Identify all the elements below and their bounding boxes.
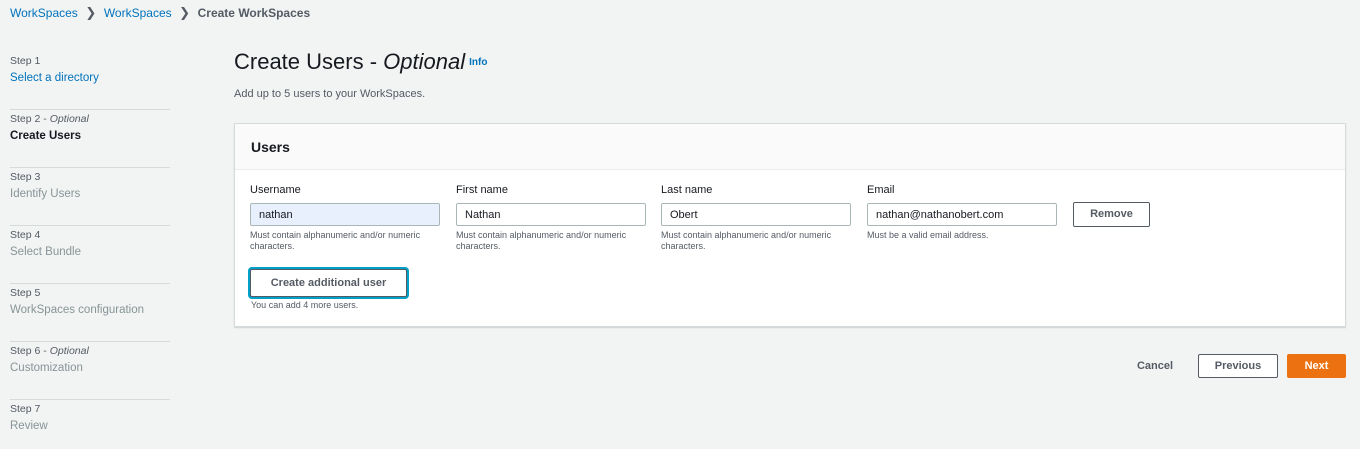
step-7: Step 7 Review bbox=[10, 400, 170, 449]
step-optional-label: Optional bbox=[49, 113, 89, 125]
chevron-right-icon: ❯ bbox=[85, 5, 97, 20]
add-users-hint: You can add 4 more users. bbox=[251, 300, 359, 310]
step-4: Step 4 Select Bundle bbox=[10, 226, 170, 284]
breadcrumb-workspaces-link-2[interactable]: WorkSpaces bbox=[104, 6, 172, 20]
email-label: Email bbox=[867, 184, 895, 196]
step-2: Step 2 - Optional Create Users bbox=[10, 110, 170, 168]
email-hint: Must be a valid email address. bbox=[867, 230, 989, 240]
last-name-label: Last name bbox=[661, 184, 713, 196]
page-title-optional: Optional bbox=[383, 49, 466, 74]
username-label: Username bbox=[250, 184, 301, 196]
step-number: Step 3 bbox=[10, 171, 41, 183]
email-field-group: Email Must be a valid email address. bbox=[867, 184, 1057, 241]
wizard-steps-nav: Step 1 Select a directory Step 2 - Optio… bbox=[10, 52, 170, 449]
step-optional-label: Optional bbox=[49, 345, 89, 357]
page-description: Add up to 5 users to your WorkSpaces. bbox=[234, 88, 426, 100]
step-number: Step 6 - Optional bbox=[10, 344, 170, 358]
step-title-workspaces-configuration: WorkSpaces configuration bbox=[10, 304, 145, 316]
first-name-label: First name bbox=[456, 184, 508, 196]
page-title: Create Users - Optional Info bbox=[234, 48, 487, 77]
breadcrumb-current: Create WorkSpaces bbox=[197, 6, 311, 20]
remove-user-button[interactable]: Remove bbox=[1073, 202, 1150, 227]
create-additional-user-button[interactable]: Create additional user bbox=[250, 269, 407, 297]
username-hint: Must contain alphanumeric and/or numeric… bbox=[250, 230, 421, 251]
chevron-right-icon: ❯ bbox=[179, 5, 191, 20]
first-name-input[interactable] bbox=[456, 203, 646, 226]
breadcrumb-workspaces-link[interactable]: WorkSpaces bbox=[10, 6, 78, 20]
step-1: Step 1 Select a directory bbox=[10, 52, 170, 110]
step-title-review: Review bbox=[10, 420, 48, 432]
step-link-select-directory[interactable]: Select a directory bbox=[10, 69, 170, 87]
step-number-text: Step 6 - bbox=[10, 345, 50, 357]
step-number: Step 1 bbox=[10, 55, 41, 67]
create-workspaces-page: WorkSpaces ❯ WorkSpaces ❯ Create WorkSpa… bbox=[0, 0, 1360, 449]
last-name-field-group: Last name Must contain alphanumeric and/… bbox=[661, 184, 851, 252]
last-name-input[interactable] bbox=[661, 203, 851, 226]
step-title-customization: Customization bbox=[10, 362, 83, 374]
step-number: Step 2 - Optional bbox=[10, 112, 170, 126]
next-button[interactable]: Next bbox=[1287, 354, 1346, 378]
step-5: Step 5 WorkSpaces configuration bbox=[10, 284, 170, 342]
users-panel: Users Username Must contain alphanumeric… bbox=[234, 123, 1346, 327]
username-input[interactable] bbox=[250, 203, 440, 226]
step-number: Step 5 bbox=[10, 287, 41, 299]
step-3: Step 3 Identify Users bbox=[10, 168, 170, 226]
step-number: Step 4 bbox=[10, 229, 41, 241]
email-input[interactable] bbox=[867, 203, 1057, 226]
cancel-button[interactable]: Cancel bbox=[1126, 357, 1184, 375]
step-number-text: Step 2 - bbox=[10, 113, 50, 125]
page-title-text: Create Users - bbox=[234, 49, 384, 74]
users-panel-title: Users bbox=[251, 138, 290, 155]
last-name-hint: Must contain alphanumeric and/or numeric… bbox=[661, 230, 832, 251]
step-current-create-users: Create Users bbox=[10, 130, 81, 142]
username-field-group: Username Must contain alphanumeric and/o… bbox=[250, 184, 440, 252]
breadcrumb: WorkSpaces ❯ WorkSpaces ❯ Create WorkSpa… bbox=[10, 5, 310, 21]
first-name-field-group: First name Must contain alphanumeric and… bbox=[456, 184, 646, 252]
previous-button[interactable]: Previous bbox=[1198, 354, 1278, 378]
step-6: Step 6 - Optional Customization bbox=[10, 342, 170, 400]
info-link[interactable]: Info bbox=[469, 57, 487, 68]
first-name-hint: Must contain alphanumeric and/or numeric… bbox=[456, 230, 627, 251]
users-panel-header: Users bbox=[235, 124, 1345, 170]
step-title-select-bundle: Select Bundle bbox=[10, 246, 81, 258]
step-title-identify-users: Identify Users bbox=[10, 188, 81, 200]
step-number: Step 7 bbox=[10, 403, 41, 415]
